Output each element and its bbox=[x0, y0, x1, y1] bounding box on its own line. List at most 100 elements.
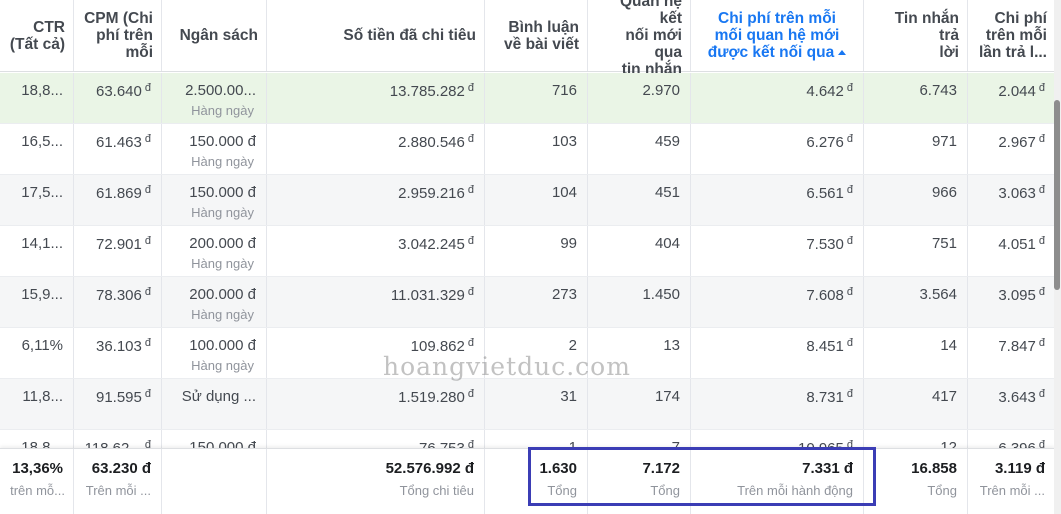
col-header-cost-per-reply[interactable]: Chi phí trên mỗi lần trả l... bbox=[968, 0, 1055, 71]
cell-text: 2.959.216 bbox=[398, 185, 465, 202]
currency-symbol: đ bbox=[1038, 337, 1045, 349]
col-header-replies[interactable]: Tin nhắn trả lời bbox=[864, 0, 968, 71]
cell-value: 104 bbox=[552, 184, 577, 201]
cell-cost-per-connection: 7.608 đ bbox=[691, 277, 864, 327]
cell-value: 404 bbox=[655, 235, 680, 252]
table-row[interactable]: 15,9... 78.306 đ 200.000 đ Hàng ngày 11.031.3… bbox=[0, 277, 1055, 328]
cell-text: 100.000 đ bbox=[189, 337, 256, 354]
cell-new-connections: 404 bbox=[588, 226, 691, 276]
table-row[interactable]: 18,8... 63.640 đ 2.500.00... Hàng ngày 13.785… bbox=[0, 73, 1055, 124]
cell-budget: 150.000 đ Hàng ngày bbox=[162, 124, 267, 174]
total-amount-spent: 52.576.992 đ Tổng chi tiêu bbox=[267, 449, 485, 514]
cell-value: 14 bbox=[940, 337, 957, 354]
cell-cost-per-connection: 4.642 đ bbox=[691, 73, 864, 123]
cell-value: 6,11% bbox=[22, 337, 63, 354]
cell-value: 15,9... bbox=[21, 286, 63, 303]
col-header-cost-per-connection[interactable]: Chi phí trên mỗi mối quan hệ mới được kế… bbox=[691, 0, 864, 71]
cell-replies: 3.564 bbox=[864, 277, 968, 327]
cell-text: 3.564 bbox=[919, 286, 957, 303]
currency-symbol: đ bbox=[467, 184, 474, 196]
cell-text: 7.608 bbox=[806, 287, 844, 304]
cell-cpm: 61.869 đ bbox=[74, 175, 162, 225]
cell-new-connections: 174 bbox=[588, 379, 691, 429]
currency-symbol: đ bbox=[144, 337, 151, 349]
col-header-new-connections[interactable]: Quan hệ kết nối mới qua tin nhắn bbox=[588, 0, 691, 78]
cell-budget: 200.000 đ Hàng ngày bbox=[162, 277, 267, 327]
cell-text: 2.500.00... bbox=[185, 82, 256, 99]
cell-cost-per-connection: 6.276 đ bbox=[691, 124, 864, 174]
cell-post-comments: 104 bbox=[485, 175, 588, 225]
total-cost-per-connection: 7.331 đ Trên mỗi hành động bbox=[691, 449, 864, 514]
currency-symbol: đ bbox=[144, 184, 151, 196]
cell-cost-per-connection: 6.561 đ bbox=[691, 175, 864, 225]
cell-replies: 966 bbox=[864, 175, 968, 225]
cell-value: 18,8... bbox=[21, 82, 63, 99]
cell-value: 2.959.216 đ bbox=[398, 184, 474, 202]
cell-amount-spent: 1.519.280 đ bbox=[267, 379, 485, 429]
cell-text: 273 bbox=[551, 286, 577, 303]
total-label: Tổng bbox=[547, 483, 577, 498]
col-header-post-comments[interactable]: Bình luận về bài viết bbox=[485, 0, 588, 71]
cell-text: 2.970 bbox=[642, 82, 680, 99]
table-row[interactable]: 11,8... 91.595 đ Sử dụng ... 1.519.280 đ 31 174… bbox=[0, 379, 1055, 430]
cell-text: 451 bbox=[654, 184, 680, 201]
cell-value: 61.463 đ bbox=[96, 133, 151, 151]
currency-symbol: đ bbox=[846, 235, 853, 247]
currency-symbol: đ bbox=[144, 82, 151, 94]
cell-text: 8.451 bbox=[806, 338, 844, 355]
cell-text: 716 bbox=[551, 82, 577, 99]
currency-symbol: đ bbox=[467, 82, 474, 94]
col-header-label: Bình luận về bài viết bbox=[504, 18, 579, 53]
cell-text: 13.785.282 bbox=[389, 83, 465, 100]
cell-text: 6.276 bbox=[806, 134, 844, 151]
cell-value: 6.561 đ bbox=[806, 184, 853, 202]
col-header-budget[interactable]: Ngân sách bbox=[162, 0, 267, 71]
cell-text: 1.519.280 bbox=[398, 389, 465, 406]
total-value: 16.858 bbox=[911, 460, 957, 477]
cell-cost-per-connection: 8.731 đ bbox=[691, 379, 864, 429]
col-header-amount-spent[interactable]: Số tiền đã chi tiêu bbox=[267, 0, 485, 71]
cell-text: 3.643 bbox=[998, 389, 1036, 406]
cell-value: 3.564 bbox=[919, 286, 957, 303]
cell-cost-per-reply: 4.051 đ bbox=[968, 226, 1055, 276]
currency-symbol: đ bbox=[144, 388, 151, 400]
currency-symbol: đ bbox=[846, 82, 853, 94]
cell-cost-per-connection: 7.530 đ bbox=[691, 226, 864, 276]
cell-value: 13.785.282 đ bbox=[390, 82, 474, 100]
cell-cpm: 63.640 đ bbox=[74, 73, 162, 123]
cell-value: 966 bbox=[932, 184, 957, 201]
total-value: 3.119 đ bbox=[994, 460, 1045, 477]
total-replies: 16.858 Tổng bbox=[864, 449, 968, 514]
col-header-cpm[interactable]: CPM (Chi phí trên mỗi bbox=[74, 0, 162, 71]
cell-text: 3.042.245 bbox=[398, 236, 465, 253]
cell-value: 200.000 đ bbox=[189, 235, 256, 252]
cell-value: 36.103 đ bbox=[96, 337, 151, 355]
table-row[interactable]: 14,1... 72.901 đ 200.000 đ Hàng ngày 3.042.24… bbox=[0, 226, 1055, 277]
col-header-label: CTR (Tất cả) bbox=[9, 18, 65, 53]
cell-text: 14,1... bbox=[21, 235, 63, 252]
cell-value: 8.451 đ bbox=[806, 337, 853, 355]
cell-cost-per-connection: 8.451 đ bbox=[691, 328, 864, 378]
table-row[interactable]: 17,5... 61.869 đ 150.000 đ Hàng ngày 2.959.21… bbox=[0, 175, 1055, 226]
col-header-label: Số tiền đã chi tiêu bbox=[343, 27, 476, 44]
cell-post-comments: 716 bbox=[485, 73, 588, 123]
scrollbar-thumb[interactable] bbox=[1054, 100, 1060, 290]
cell-value: 16,5... bbox=[21, 133, 63, 150]
currency-symbol: đ bbox=[846, 286, 853, 298]
sort-ascending-icon bbox=[838, 50, 847, 55]
currency-symbol: đ bbox=[1038, 235, 1045, 247]
cell-ctr: 16,5... bbox=[0, 124, 74, 174]
watermark: hoangvietduc.com bbox=[383, 352, 631, 381]
cell-text: 404 bbox=[654, 235, 680, 252]
currency-symbol: đ bbox=[1038, 133, 1045, 145]
col-header-ctr[interactable]: CTR (Tất cả) bbox=[0, 0, 74, 71]
table-row[interactable]: 16,5... 61.463 đ 150.000 đ Hàng ngày 2.880.54… bbox=[0, 124, 1055, 175]
cell-budget: 200.000 đ Hàng ngày bbox=[162, 226, 267, 276]
budget-type-label: Hàng ngày bbox=[191, 205, 254, 220]
vertical-scrollbar[interactable] bbox=[1054, 0, 1061, 514]
cell-text: 103 bbox=[551, 133, 577, 150]
cell-text: 4.642 bbox=[806, 83, 844, 100]
cell-amount-spent: 13.785.282 đ bbox=[267, 73, 485, 123]
cell-text: 11.031.329 bbox=[390, 287, 465, 304]
col-header-label: Tin nhắn trả lời bbox=[894, 10, 959, 61]
